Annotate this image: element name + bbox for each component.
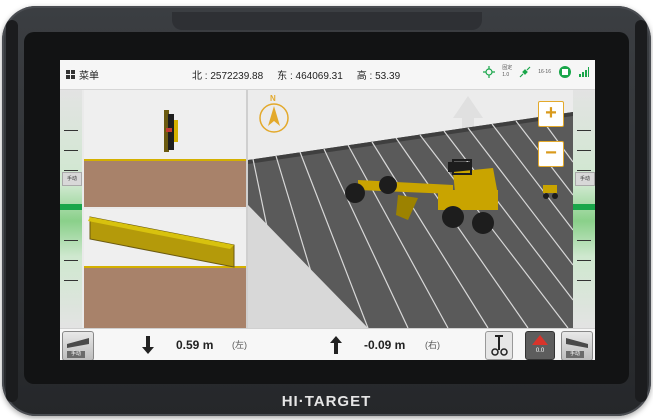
menu-label: 菜单 xyxy=(79,71,99,82)
top-bezel xyxy=(172,12,482,30)
compass-widget[interactable]: N xyxy=(258,94,290,136)
blade-profile-drawing xyxy=(84,90,246,207)
status-icons: 固定 1.0 16·16 xyxy=(483,65,589,79)
right-auto-manual-button[interactable]: 手动 xyxy=(561,331,593,360)
status-bar: 菜单 北 : 2572239.88 东 : 464069.31 高 : 53.3… xyxy=(60,60,595,90)
app-screen: 菜单 北 : 2572239.88 东 : 464069.31 高 : 53.3… xyxy=(60,60,595,360)
up-arrow-icon xyxy=(330,336,342,354)
compass-north-label: N xyxy=(270,94,276,103)
right-deviation-value: -0.09 m xyxy=(364,338,406,352)
alarm-up-icon xyxy=(532,335,548,345)
left-on-grade-marker xyxy=(60,204,82,210)
right-side-label: (右) xyxy=(425,340,440,350)
menu-button[interactable]: 菜单 xyxy=(66,67,136,82)
offset-tool-icon xyxy=(491,335,508,356)
offset-settings-button[interactable] xyxy=(485,331,513,360)
cross-slope-drawing xyxy=(84,209,246,328)
left-deviation-value: 0.59 m xyxy=(176,338,214,352)
right-bumper xyxy=(635,20,647,402)
left-grade-indicator: 手动 xyxy=(60,90,82,328)
height-coordinate: 高 : 53.39 xyxy=(356,71,401,82)
cross-slope-view[interactable] xyxy=(84,209,246,328)
left-auto-manual-button[interactable]: 手动 xyxy=(62,331,94,360)
right-blade-icon xyxy=(566,338,588,348)
left-corner-label: 手动 xyxy=(67,351,85,358)
north-coordinate: 北 : 2572239.88 xyxy=(192,71,264,82)
zoom-in-button[interactable]: + xyxy=(538,101,564,127)
left-manual-toggle[interactable]: 手动 xyxy=(62,172,82,186)
right-corner-label: 手动 xyxy=(566,351,584,358)
grid-menu-icon xyxy=(66,70,75,79)
fix-status-value: 1.0 xyxy=(502,72,510,78)
gnss-crosshair-icon xyxy=(483,66,496,78)
down-arrow-icon xyxy=(142,336,154,354)
fix-status: 固定 1.0 xyxy=(502,65,512,79)
signal-strength-icon xyxy=(579,67,589,77)
fix-status-label: 固定 xyxy=(502,65,513,71)
satellite-count: 16·16 xyxy=(538,69,551,75)
east-coordinate: 东 : 464069.31 xyxy=(277,71,343,82)
left-side-label: (左) xyxy=(232,340,247,350)
alarm-value: 0.0 xyxy=(535,348,545,354)
right-manual-toggle[interactable]: 手动 xyxy=(575,172,595,186)
satellite-icon xyxy=(519,66,531,78)
device-brand-logo: HI·TARGET xyxy=(281,393,372,410)
right-grade-indicator: 手动 xyxy=(573,90,595,328)
left-blade-icon xyxy=(67,338,89,348)
bottom-bar: 手动 0.59 m (左) -0.09 m (右) 0.0 手动 xyxy=(60,328,595,360)
zoom-out-button[interactable]: − xyxy=(538,141,564,167)
left-bumper xyxy=(6,20,18,402)
machine-icon[interactable] xyxy=(558,65,572,79)
blade-profile-view[interactable] xyxy=(84,90,246,207)
right-on-grade-marker xyxy=(573,204,595,210)
alarm-button[interactable]: 0.0 xyxy=(525,331,555,360)
grader-3d-scene xyxy=(248,90,573,328)
main-3d-view[interactable]: N + − xyxy=(248,90,573,328)
coordinates: 北 : 2572239.88 东 : 464069.31 高 : 53.39 xyxy=(192,67,400,82)
